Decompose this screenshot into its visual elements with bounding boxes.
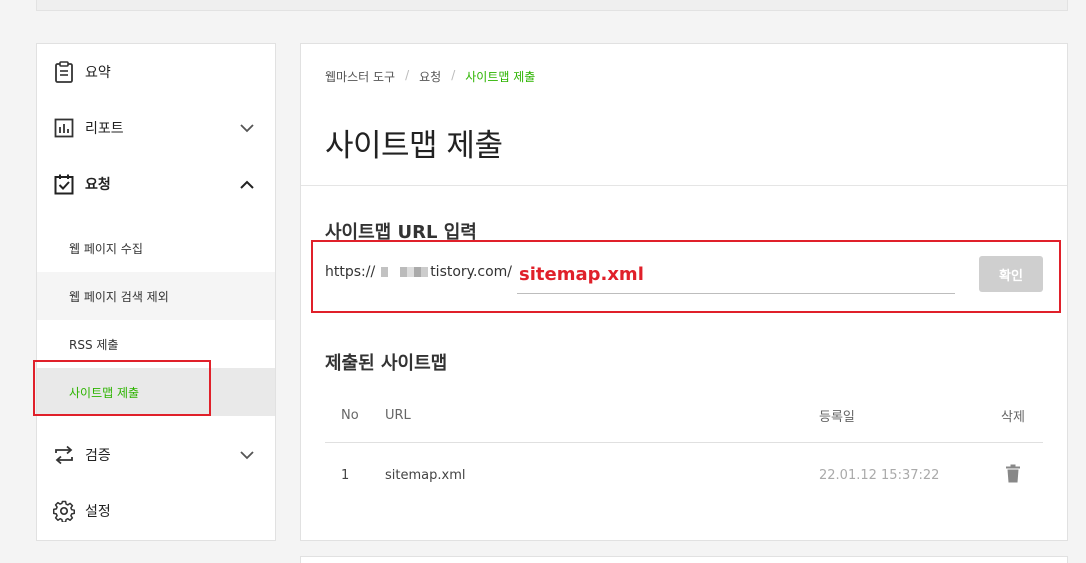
table-row: 1 sitemap.xml 22.01.12 15:37:22: [325, 442, 1043, 508]
sidebar-subitem-label: RSS 제출: [69, 337, 119, 352]
chevron-down-icon[interactable]: [237, 445, 257, 465]
row-date: 22.01.12 15:37:22: [819, 467, 940, 483]
bar-chart-icon: [53, 117, 75, 139]
sidebar-subitem-label: 웹 페이지 수집: [69, 241, 143, 256]
sidebar-subitem-page-collect[interactable]: 웹 페이지 수집: [37, 224, 275, 272]
sidebar-item-verify[interactable]: 검증: [37, 427, 275, 483]
divider: [301, 185, 1067, 186]
sidebar: 요약 리포트 요청 웹 페이지 수집 웹 페이지 검색 제외 RSS 제출 사이…: [36, 43, 276, 541]
table-header-row: No URL 등록일 삭제: [325, 390, 1043, 443]
page-title: 사이트맵 제출: [325, 128, 503, 164]
sidebar-item-summary[interactable]: 요약: [37, 44, 275, 100]
sidebar-subitem-page-exclude[interactable]: 웹 페이지 검색 제외: [37, 272, 275, 320]
sidebar-item-label: 검증: [85, 448, 111, 464]
breadcrumb-separator: /: [451, 68, 456, 82]
gear-icon: [53, 500, 75, 522]
sidebar-item-report[interactable]: 리포트: [37, 100, 275, 156]
trash-icon[interactable]: [1005, 464, 1021, 487]
highlight-box: [33, 360, 211, 416]
sidebar-item-label: 리포트: [85, 121, 124, 137]
sidebar-item-request[interactable]: 요청: [37, 156, 275, 212]
highlight-box: [311, 240, 1061, 313]
sidebar-item-label: 설정: [85, 504, 111, 520]
column-header-date: 등록일: [819, 390, 983, 443]
column-header-delete: 삭제: [983, 390, 1043, 443]
row-no: 1: [341, 467, 350, 483]
sidebar-subitem-label: 웹 페이지 검색 제외: [69, 289, 169, 304]
submitted-sitemap-table: No URL 등록일 삭제 1 sitemap.xml 22.01.12 15:…: [325, 390, 1043, 508]
breadcrumb-current: 사이트맵 제출: [465, 70, 536, 84]
column-header-no: No: [325, 390, 385, 443]
sidebar-item-settings[interactable]: 설정: [37, 483, 275, 539]
breadcrumb-separator: /: [405, 68, 410, 82]
breadcrumb: 웹마스터 도구 / 요청 / 사이트맵 제출: [325, 68, 535, 85]
top-bar: [36, 0, 1068, 11]
clipboard-icon: [53, 61, 75, 83]
row-delete-cell: [983, 442, 1043, 508]
column-header-url: URL: [385, 390, 819, 443]
calendar-check-icon: [53, 173, 75, 195]
breadcrumb-root[interactable]: 웹마스터 도구: [325, 68, 395, 85]
row-url: sitemap.xml: [385, 467, 466, 483]
sidebar-item-label: 요약: [85, 65, 111, 81]
submitted-section-title: 제출된 사이트맵: [325, 353, 448, 374]
swap-arrows-icon: [53, 444, 75, 466]
breadcrumb-parent[interactable]: 요청: [419, 68, 441, 85]
bottom-panel-edge: [300, 556, 1068, 563]
chevron-up-icon[interactable]: [237, 174, 257, 194]
sidebar-item-label: 요청: [85, 177, 111, 193]
chevron-down-icon[interactable]: [237, 118, 257, 138]
